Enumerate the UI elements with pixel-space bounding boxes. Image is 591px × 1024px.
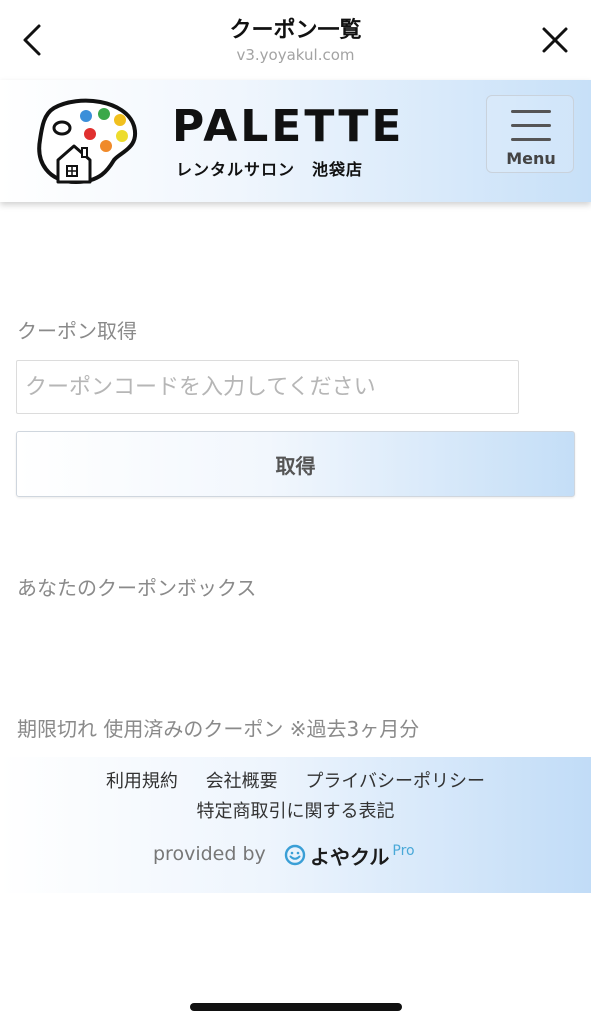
palette-logo-icon[interactable] — [34, 98, 140, 186]
coupon-acquire-heading: クーポン取得 — [17, 319, 137, 343]
footer-link-commerce[interactable]: 特定商取引に関する表記 — [197, 801, 395, 822]
page-url: v3.yoyakul.com — [236, 46, 355, 64]
home-indicator[interactable] — [190, 1003, 402, 1011]
brand-subtitle: レンタルサロン 池袋店 — [176, 160, 364, 179]
close-button[interactable] — [535, 20, 575, 60]
close-icon — [542, 27, 568, 53]
expired-coupons-link[interactable]: 期限切れ 使用済みのクーポン ※過去3ヶ月分 — [17, 713, 419, 742]
footer-link-terms[interactable]: 利用規約 — [106, 771, 178, 792]
page-title: クーポン一覧 — [229, 18, 362, 43]
smiley-icon — [284, 844, 306, 866]
menu-button[interactable]: Menu — [486, 95, 574, 173]
provided-by-label: provided by — [153, 843, 266, 865]
coupon-code-input[interactable] — [16, 360, 519, 414]
yoyakul-logo[interactable]: よやクル Pro — [284, 841, 415, 869]
footer-link-privacy[interactable]: プライバシーポリシー — [305, 771, 485, 792]
coupon-box-heading: あなたのクーポンボックス — [17, 576, 257, 600]
footer-links: 利用規約 会社概要 プライバシーポリシー — [0, 767, 591, 793]
browser-top-bar: クーポン一覧 v3.yoyakul.com — [0, 0, 591, 78]
footer: 利用規約 会社概要 プライバシーポリシー 特定商取引に関する表記 provide… — [0, 757, 591, 893]
acquire-button[interactable]: 取得 — [16, 431, 575, 497]
menu-label: Menu — [506, 149, 556, 168]
footer-link-company[interactable]: 会社概要 — [206, 771, 278, 792]
footer-commerce-row: 特定商取引に関する表記 — [0, 797, 591, 823]
provider-name: よやクル — [310, 844, 390, 869]
brand-name[interactable]: PALETTE — [172, 102, 404, 152]
provider-pro-label: Pro — [392, 843, 415, 859]
site-header: PALETTE レンタルサロン 池袋店 Menu — [0, 80, 591, 202]
